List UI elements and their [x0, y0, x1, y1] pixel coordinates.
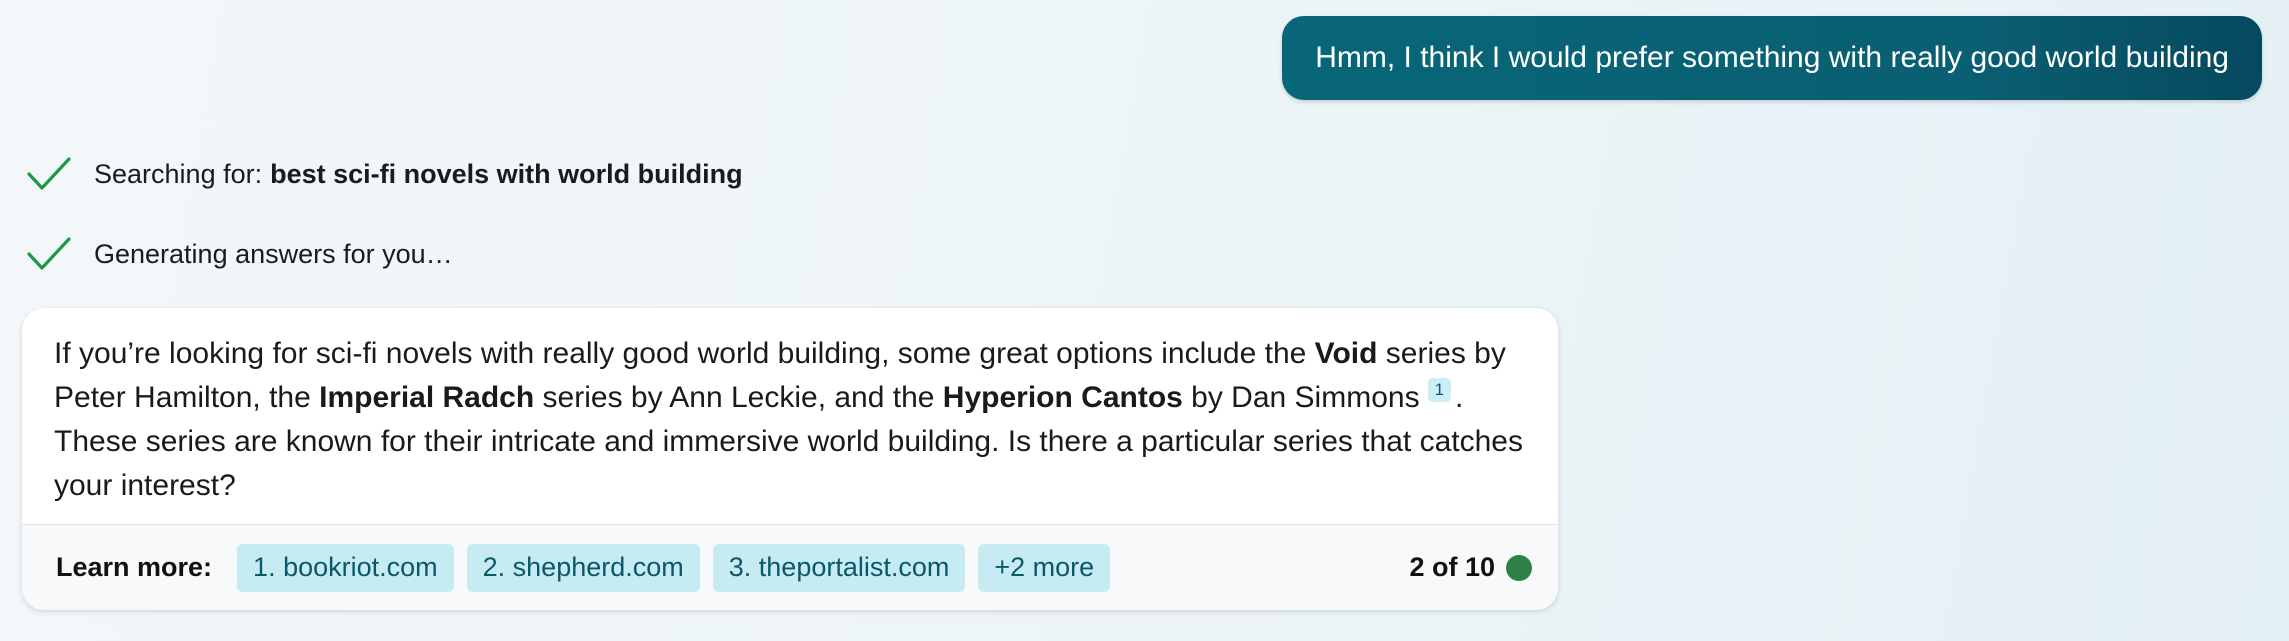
answer-text: If you’re looking for sci-fi novels with… — [22, 308, 1558, 524]
book-series-imperial-radch: Imperial Radch — [319, 381, 535, 414]
status-generating: Generating answers for you… — [26, 234, 453, 274]
user-message-bubble: Hmm, I think I would prefer something wi… — [1282, 16, 2262, 100]
status-dot-icon — [1506, 554, 1532, 581]
source-link-theportalist[interactable]: 3. theportalist.com — [712, 543, 966, 592]
status-searching: Searching for: best sci-fi novels with w… — [26, 154, 743, 194]
answer-text-segment: series by Ann Leckie, and the — [534, 381, 943, 414]
status-searching-label: Searching for: — [94, 158, 263, 189]
answer-card: If you’re looking for sci-fi novels with… — [22, 308, 1558, 610]
source-link-shepherd[interactable]: 2. shepherd.com — [466, 543, 700, 592]
search-query: best sci-fi novels with world building — [270, 158, 743, 189]
learn-more-bar: Learn more: 1. bookriot.com 2. shepherd.… — [22, 524, 1558, 610]
answer-text-segment: by Dan Simmons — [1182, 381, 1420, 414]
status-generating-label: Generating answers for you… — [94, 238, 453, 269]
more-sources-button[interactable]: +2 more — [978, 543, 1111, 592]
response-counter-text: 2 of 10 — [1409, 552, 1495, 582]
citation-badge[interactable]: 1 — [1427, 378, 1452, 402]
book-series-hyperion-cantos: Hyperion Cantos — [942, 381, 1183, 414]
user-message-text: Hmm, I think I would prefer something wi… — [1315, 41, 2229, 74]
check-icon — [27, 237, 71, 270]
answer-text-segment: If you’re looking for sci-fi novels with… — [54, 337, 1315, 370]
book-series-void: Void — [1314, 337, 1378, 370]
source-link-bookriot[interactable]: 1. bookriot.com — [237, 543, 454, 592]
response-counter: 2 of 10 — [1409, 552, 1532, 583]
learn-more-label: Learn more: — [56, 552, 213, 582]
check-icon — [27, 157, 71, 190]
